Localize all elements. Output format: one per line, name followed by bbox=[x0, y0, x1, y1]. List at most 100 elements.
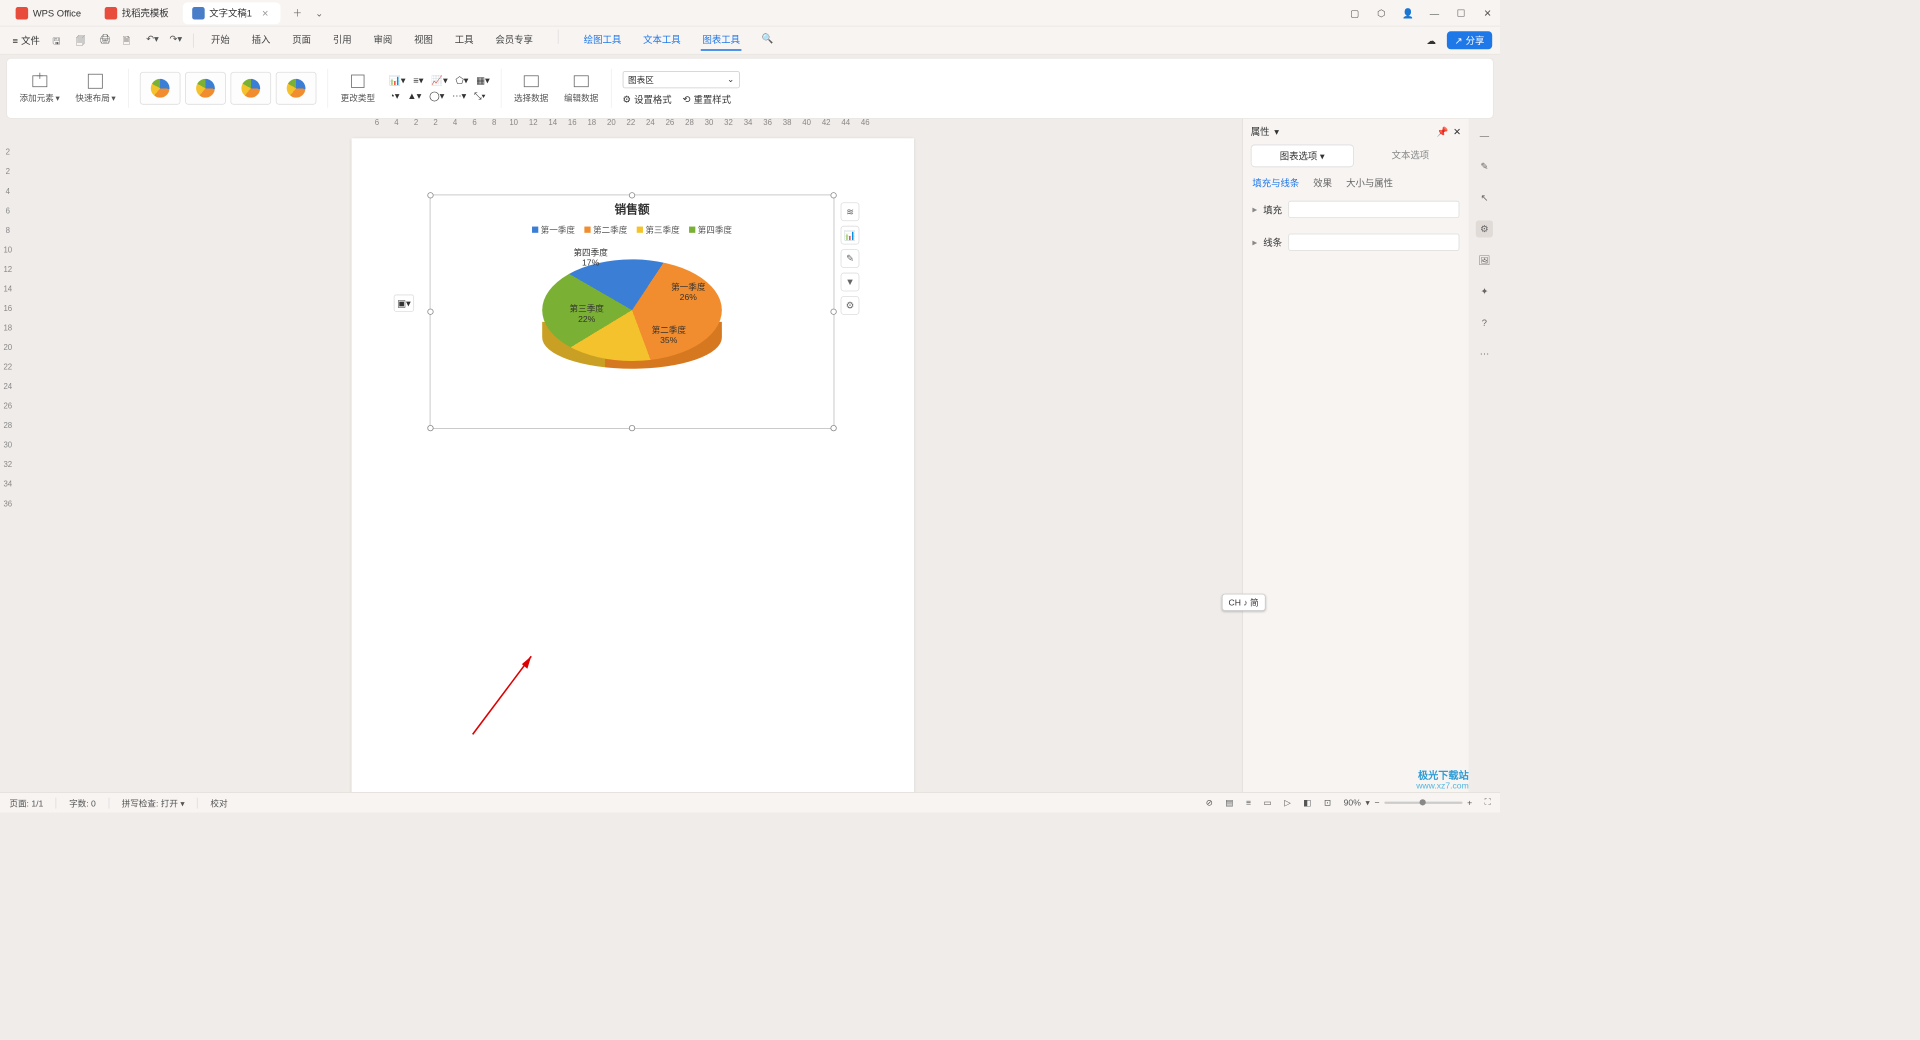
line-select[interactable] bbox=[1288, 234, 1459, 251]
tab-templates[interactable]: 找稻壳模板 bbox=[95, 2, 178, 24]
redo-icon[interactable]: ↷▾ bbox=[170, 33, 184, 47]
tab-wps-office[interactable]: WPS Office bbox=[6, 2, 90, 24]
bar-chart-icon[interactable]: 📊▾ bbox=[389, 75, 405, 86]
chart-styles-icon[interactable]: 📊 bbox=[841, 226, 860, 245]
chart-area-select[interactable]: 图表区⌄ bbox=[623, 71, 740, 88]
resize-handle[interactable] bbox=[629, 192, 635, 198]
resize-handle[interactable] bbox=[427, 425, 433, 431]
area-icon[interactable]: ▲▾ bbox=[407, 90, 421, 102]
rail-properties-icon[interactable]: ⚙ bbox=[1476, 220, 1493, 237]
new-tab-button[interactable]: ＋ bbox=[288, 4, 307, 23]
line-chart-icon[interactable]: 📈▾ bbox=[431, 75, 447, 86]
combo-icon[interactable]: ⤡▾ bbox=[474, 90, 485, 102]
menu-start[interactable]: 开始 bbox=[209, 30, 231, 51]
chart-filter-icon[interactable]: ▼ bbox=[841, 273, 860, 292]
style-thumb-2[interactable] bbox=[185, 72, 226, 105]
align-icon[interactable]: ≡▾ bbox=[413, 75, 423, 86]
view-focus-icon[interactable]: ◧ bbox=[1303, 798, 1311, 808]
minimize-button[interactable]: — bbox=[1428, 7, 1441, 20]
chart-edit-icon[interactable]: ✎ bbox=[841, 249, 860, 268]
ribbon-quick-layout[interactable]: 快速布局▾ bbox=[69, 73, 122, 104]
print-preview-icon[interactable]: 🗐 bbox=[76, 33, 90, 47]
chart-object[interactable]: 销售额 第一季度 第二季度 第三季度 第四季度 第一季度26% 第二季度35% … bbox=[430, 195, 835, 429]
fullscreen-icon[interactable]: ⛶ bbox=[1485, 798, 1491, 808]
tab-text-options[interactable]: 文本选项 bbox=[1360, 145, 1461, 168]
close-button[interactable]: ✕ bbox=[1481, 7, 1494, 20]
tab-document[interactable]: 文字文稿1 × bbox=[183, 2, 280, 24]
style-thumb-4[interactable] bbox=[276, 72, 317, 105]
print-icon[interactable]: 🖨 bbox=[99, 33, 113, 47]
menu-member[interactable]: 会员专享 bbox=[494, 30, 535, 51]
export-icon[interactable]: 🗎 bbox=[123, 33, 137, 47]
zoom-control[interactable]: 90%▾ −+ bbox=[1344, 798, 1472, 808]
ribbon-edit-data[interactable]: 编辑数据 bbox=[558, 73, 605, 104]
property-line[interactable]: ▸ 线条 bbox=[1243, 226, 1469, 259]
rail-edit-icon[interactable]: ✎ bbox=[1476, 158, 1493, 175]
subtab-fill-line[interactable]: 填充与线条 bbox=[1252, 177, 1299, 190]
avatar-icon[interactable]: 👤 bbox=[1402, 7, 1415, 20]
tab-chart-options[interactable]: 图表选项 ▾ bbox=[1251, 145, 1354, 168]
rail-help-icon[interactable]: ? bbox=[1476, 314, 1493, 331]
menu-page[interactable]: 页面 bbox=[291, 30, 313, 51]
view-read-icon[interactable]: ▷ bbox=[1284, 798, 1291, 808]
chart-settings-icon[interactable]: ⚙ bbox=[841, 296, 860, 315]
cloud-icon[interactable]: ☁ bbox=[1427, 35, 1436, 46]
layout-options-button[interactable]: ▣▾ bbox=[394, 295, 414, 312]
rail-image-icon[interactable]: 🖼 bbox=[1476, 252, 1493, 269]
ribbon-set-format[interactable]: ⚙设置格式 bbox=[623, 93, 672, 106]
ribbon-change-type[interactable]: 更改类型 bbox=[334, 73, 381, 104]
rail-more-icon[interactable]: ⋯ bbox=[1476, 345, 1493, 362]
subtab-size[interactable]: 大小与属性 bbox=[1346, 177, 1393, 190]
subtab-effect[interactable]: 效果 bbox=[1313, 177, 1332, 190]
chart-elements-icon[interactable]: ≋ bbox=[841, 202, 860, 221]
window-panel-icon[interactable]: ▢ bbox=[1348, 7, 1361, 20]
close-pane-icon[interactable]: ✕ bbox=[1453, 126, 1461, 137]
view-web-icon[interactable]: ▭ bbox=[1264, 798, 1272, 808]
rail-collapse-icon[interactable]: — bbox=[1476, 127, 1493, 144]
resize-handle[interactable] bbox=[830, 425, 836, 431]
rail-select-icon[interactable]: ↖ bbox=[1476, 189, 1493, 206]
fit-icon[interactable]: ⊡ bbox=[1324, 798, 1331, 808]
grid-icon[interactable]: ▦▾ bbox=[476, 75, 490, 86]
menu-text-tools[interactable]: 文本工具 bbox=[642, 30, 683, 51]
cube-icon[interactable]: ⬡ bbox=[1375, 7, 1388, 20]
resize-handle[interactable] bbox=[830, 192, 836, 198]
scatter-icon[interactable]: ⋯▾ bbox=[452, 90, 466, 102]
page-indicator[interactable]: 页面: 1/1 bbox=[9, 796, 43, 809]
spell-check[interactable]: 拼写检查: 打开 ▾ bbox=[122, 796, 185, 809]
menu-draw-tools[interactable]: 绘图工具 bbox=[582, 30, 623, 51]
ribbon-add-element[interactable]: 添加元素▾ bbox=[13, 73, 66, 104]
pin-icon[interactable]: 📌 bbox=[1437, 126, 1449, 137]
menu-reference[interactable]: 引用 bbox=[331, 30, 353, 51]
donut-icon[interactable]: ◯▾ bbox=[429, 90, 444, 102]
resize-handle[interactable] bbox=[427, 192, 433, 198]
resize-handle[interactable] bbox=[427, 309, 433, 315]
menu-insert[interactable]: 插入 bbox=[250, 30, 272, 51]
menu-tools[interactable]: 工具 bbox=[453, 30, 475, 51]
tab-dropdown[interactable]: ⌄ bbox=[310, 4, 329, 23]
view-outline-icon[interactable]: ≡ bbox=[1246, 798, 1251, 807]
maximize-button[interactable]: ☐ bbox=[1455, 7, 1468, 20]
undo-icon[interactable]: ↶▾ bbox=[146, 33, 160, 47]
proof[interactable]: 校对 bbox=[210, 796, 227, 809]
resize-handle[interactable] bbox=[629, 425, 635, 431]
menu-review[interactable]: 审阅 bbox=[372, 30, 394, 51]
ribbon-select-data[interactable]: 选择数据 bbox=[508, 73, 555, 104]
save-icon[interactable]: 🖫 bbox=[52, 33, 66, 47]
view-print-icon[interactable]: ▤ bbox=[1225, 798, 1233, 808]
style-thumb-1[interactable] bbox=[140, 72, 181, 105]
style-thumb-3[interactable] bbox=[231, 72, 272, 105]
menu-chart-tools[interactable]: 图表工具 bbox=[701, 30, 742, 51]
fill-select[interactable] bbox=[1288, 201, 1459, 218]
search-icon[interactable]: 🔍 bbox=[760, 30, 775, 51]
share-button[interactable]: ↗分享 bbox=[1447, 31, 1492, 49]
document-page[interactable]: 销售额 第一季度 第二季度 第三季度 第四季度 第一季度26% 第二季度35% … bbox=[352, 138, 915, 792]
file-menu[interactable]: ≡ 文件 bbox=[8, 34, 45, 47]
pie-chart[interactable]: 第一季度26% 第二季度35% 第三季度22% 第四季度17% bbox=[542, 244, 722, 385]
word-count[interactable]: 字数: 0 bbox=[69, 796, 96, 809]
rail-tools-icon[interactable]: ✦ bbox=[1476, 283, 1493, 300]
resize-handle[interactable] bbox=[830, 309, 836, 315]
security-icon[interactable]: ⊘ bbox=[1206, 798, 1213, 808]
property-fill[interactable]: ▸ 填充 bbox=[1243, 193, 1469, 226]
ribbon-reset-style[interactable]: ⟲重置样式 bbox=[683, 93, 731, 106]
